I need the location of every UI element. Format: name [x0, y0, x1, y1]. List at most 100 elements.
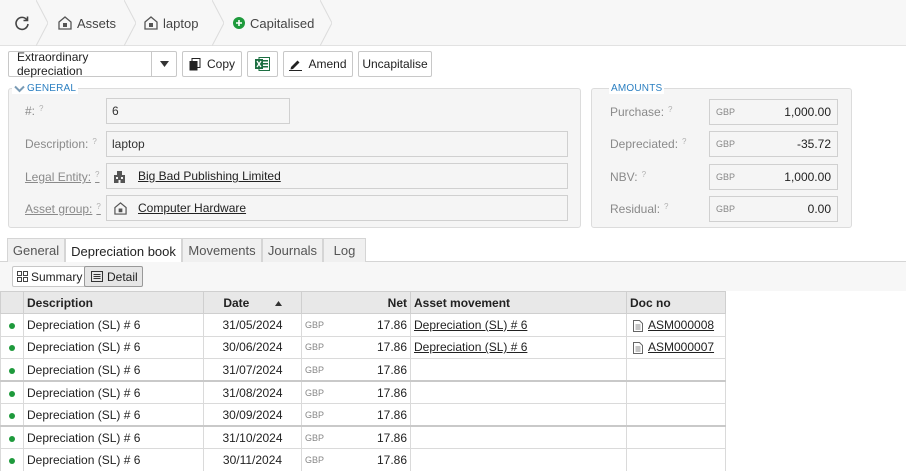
table-row[interactable]: Depreciation (SL) # 6 31/05/2024 GBP 17.86 D… — [0, 313, 726, 337]
asset-movement-link[interactable]: Depreciation (SL) # 6 — [414, 318, 527, 332]
column-header-description[interactable]: Description — [23, 291, 204, 314]
summary-button[interactable]: Summary — [12, 266, 88, 287]
description-cell: Depreciation (SL) # 6 — [23, 425, 204, 449]
date-cell: 30/06/2024 — [203, 335, 302, 359]
net-value: 17.86 — [376, 385, 407, 400]
asset-movement-link[interactable]: Depreciation (SL) # 6 — [414, 340, 527, 354]
general-legend[interactable]: GENERAL — [12, 83, 79, 94]
nbv-currency: GBP — [716, 172, 736, 182]
status-cell — [0, 425, 24, 449]
grid-icon — [17, 271, 28, 282]
description-field[interactable]: laptop — [106, 131, 568, 157]
action-select-value: Extraordinary depreciation — [17, 50, 89, 78]
column-header-net[interactable]: Net — [301, 291, 411, 314]
column-header-asset-movement[interactable]: Asset movement — [410, 291, 627, 314]
asset-movement-cell — [410, 358, 627, 382]
legal-entity-link[interactable]: Big Bad Publishing Limited — [138, 169, 281, 183]
residual-field: GBP 0.00 — [709, 196, 838, 222]
breadcrumb-assets-label: Assets — [77, 15, 117, 31]
doc-no-cell — [626, 425, 726, 449]
table-row[interactable]: Depreciation (SL) # 6 30/09/2024 GBP 17.86 — [0, 403, 726, 427]
table-row[interactable]: Depreciation (SL) # 6 30/06/2024 GBP 17.86 D… — [0, 335, 726, 359]
number-value: 6 — [112, 104, 119, 118]
description-label: Description:? — [25, 137, 97, 151]
excel-icon — [255, 57, 270, 71]
depreciated-currency: GBP — [716, 139, 736, 149]
nbv-label: NBV:? — [610, 170, 647, 184]
net-value: 17.86 — [376, 430, 407, 445]
currency-label: GBP — [305, 319, 325, 330]
doc-no-cell — [626, 358, 726, 382]
chevron-down-icon[interactable] — [151, 52, 176, 76]
status-badge: Capitalised — [233, 0, 314, 46]
residual-value: 0.00 — [807, 202, 831, 216]
currency-label: GBP — [305, 387, 325, 398]
copy-label: Copy — [206, 57, 235, 71]
currency-label: GBP — [305, 454, 325, 465]
asset-movement-cell — [410, 403, 627, 427]
breadcrumb: Assets laptop Capitalised — [0, 0, 906, 46]
asset-group-link[interactable]: Computer Hardware — [138, 201, 246, 215]
doc-no-link[interactable]: ASM000007 — [648, 340, 714, 354]
document-icon — [633, 342, 643, 355]
doc-no-cell: ASM000007 — [626, 335, 726, 359]
description-cell: Depreciation (SL) # 6 — [23, 448, 204, 471]
document-icon — [633, 319, 643, 332]
doc-no-cell — [626, 448, 726, 471]
breadcrumb-item-label: laptop — [163, 15, 199, 31]
asset-movement-cell: Depreciation (SL) # 6 — [410, 313, 627, 337]
breadcrumb-assets[interactable]: Assets — [58, 0, 116, 46]
plus-circle-icon — [233, 17, 245, 29]
table-row[interactable]: Depreciation (SL) # 6 31/10/2024 GBP 17.86 — [0, 425, 726, 449]
asset-group-field[interactable]: Computer Hardware — [106, 195, 568, 221]
currency-label: GBP — [305, 342, 325, 353]
copy-icon — [189, 57, 201, 70]
residual-currency: GBP — [716, 204, 736, 214]
list-icon — [91, 271, 103, 282]
description-cell: Depreciation (SL) # 6 — [23, 358, 204, 382]
legal-entity-field[interactable]: Big Bad Publishing Limited — [106, 163, 568, 189]
chevron-down-icon — [14, 85, 25, 92]
asset-movement-cell — [410, 425, 627, 449]
refresh-icon[interactable] — [14, 15, 30, 31]
tab-journals[interactable]: Journals — [262, 238, 323, 262]
asset-group-label[interactable]: Asset group:? — [25, 202, 101, 216]
amend-button[interactable]: Amend — [283, 51, 353, 77]
description-cell: Depreciation (SL) # 6 — [23, 313, 204, 337]
asset-movement-cell: Depreciation (SL) # 6 — [410, 335, 627, 359]
doc-no-cell — [626, 380, 726, 404]
tab-movements[interactable]: Movements — [182, 238, 262, 262]
description-cell: Depreciation (SL) # 6 — [23, 335, 204, 359]
doc-no-cell — [626, 403, 726, 427]
tab-depreciation-book[interactable]: Depreciation book — [65, 238, 182, 263]
net-cell: GBP 17.86 — [301, 425, 411, 449]
pencil-icon — [289, 60, 303, 71]
excel-export-button[interactable] — [247, 51, 278, 77]
status-dot-icon — [9, 345, 15, 352]
table-row[interactable]: Depreciation (SL) # 6 31/07/2024 GBP 17.86 — [0, 358, 726, 382]
status-dot-icon — [9, 390, 15, 397]
general-legend-label: GENERAL — [27, 83, 77, 94]
tab-general[interactable]: General — [7, 238, 65, 262]
table-row[interactable]: Depreciation (SL) # 6 30/11/2024 GBP 17.86 — [0, 448, 726, 471]
depreciated-value: -35.72 — [796, 137, 831, 151]
tab-log[interactable]: Log — [323, 238, 366, 262]
building-icon — [114, 170, 125, 183]
copy-button[interactable]: Copy — [182, 51, 242, 77]
detail-button[interactable]: Detail — [84, 266, 143, 287]
action-select[interactable]: Extraordinary depreciation — [8, 50, 177, 78]
status-cell — [0, 403, 24, 427]
detail-label: Detail — [107, 269, 138, 284]
doc-no-link[interactable]: ASM000008 — [648, 318, 714, 332]
purchase-field: GBP 1,000.00 — [709, 99, 838, 125]
table-row[interactable]: Depreciation (SL) # 6 31/08/2024 GBP 17.86 — [0, 380, 726, 404]
currency-label: GBP — [305, 409, 325, 420]
legal-entity-label[interactable]: Legal Entity:? — [25, 170, 100, 184]
asset-movement-cell — [410, 380, 627, 404]
column-header-date[interactable]: Date — [203, 291, 302, 314]
column-header-doc-no[interactable]: Doc no — [626, 291, 726, 314]
breadcrumb-item[interactable]: laptop — [144, 0, 198, 46]
uncapitalise-button[interactable]: Uncapitalise — [358, 51, 432, 77]
currency-label: GBP — [305, 364, 325, 375]
summary-label: Summary — [31, 269, 83, 284]
